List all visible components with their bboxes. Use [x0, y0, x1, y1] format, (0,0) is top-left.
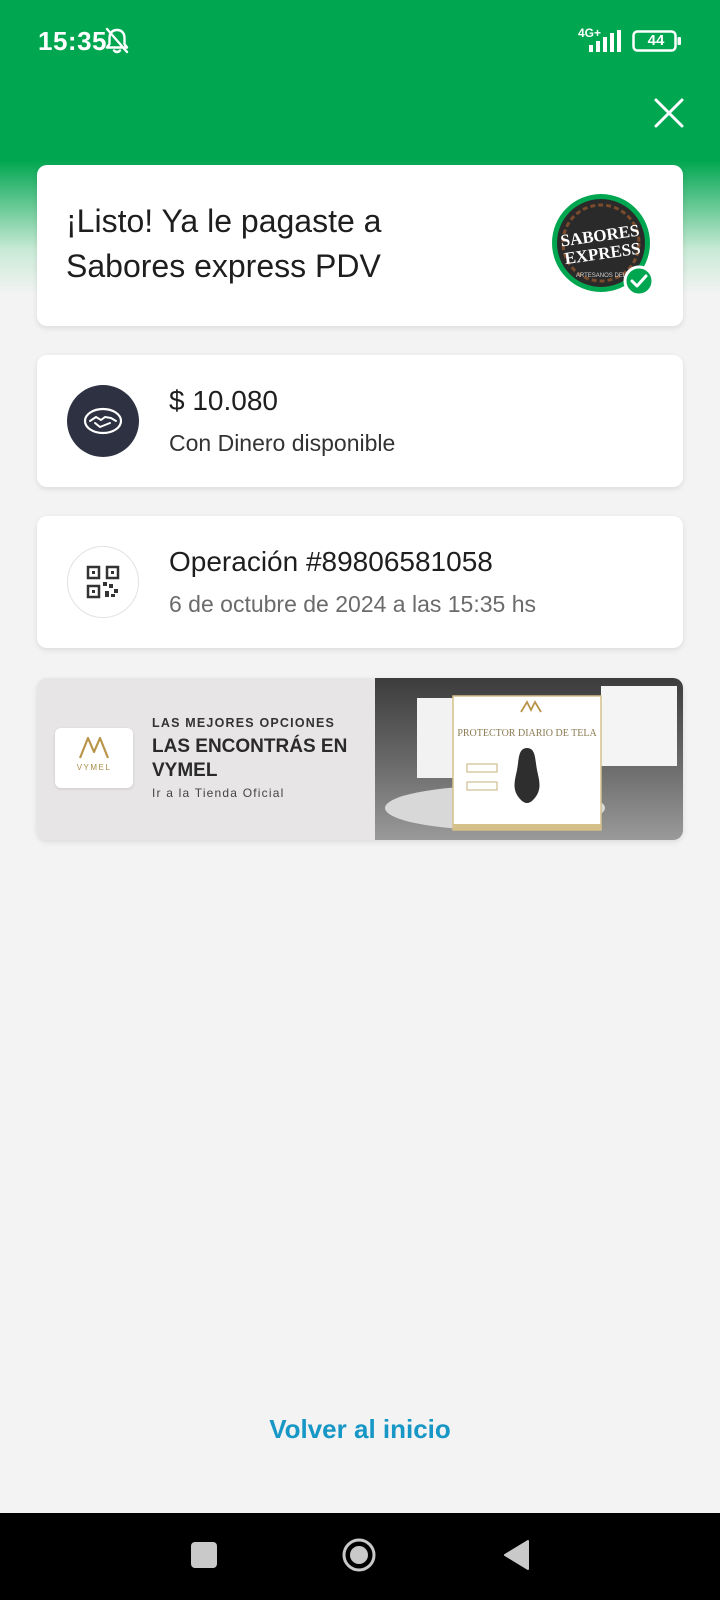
- payment-amount: $ 10.080: [169, 385, 278, 416]
- payment-method: Con Dinero disponible: [169, 430, 396, 456]
- operation-number: Operación #89806581058: [169, 546, 493, 577]
- payment-method-avatar: [67, 385, 139, 457]
- operation-avatar: [67, 546, 139, 618]
- handshake-icon: [83, 407, 123, 435]
- status-time: 15:35: [38, 26, 107, 56]
- navigation-bar: [0, 1513, 720, 1600]
- operation-datetime: 6 de octubre de 2024 a las 15:35 hs: [169, 591, 537, 617]
- verified-check-icon: [623, 265, 655, 297]
- battery-level: 44: [647, 32, 665, 49]
- brand-monogram-icon: [78, 736, 110, 759]
- home-icon[interactable]: [341, 1537, 377, 1573]
- status-bar: 15:35 4G+ 44: [0, 0, 720, 80]
- close-button[interactable]: [650, 94, 688, 132]
- recents-icon[interactable]: [191, 1542, 217, 1568]
- merchant-logo: SABORES EXPRESS ARTESANOS DEL: [552, 194, 655, 297]
- banner-kicker: LAS MEJORES OPCIONES: [152, 716, 336, 730]
- product-image: PROTECTOR DIARIO DE TELA: [375, 678, 683, 840]
- payment-success-card: ¡Listo! Ya le pagaste a Sabores express …: [37, 165, 683, 326]
- bell-off-icon: [105, 27, 129, 54]
- banner-title: LAS ENCONTRÁS EN VYMEL: [152, 736, 348, 781]
- merchant-logo-tagline: ARTESANOS DEL: [576, 273, 627, 279]
- qr-code-icon: [86, 565, 120, 599]
- close-icon: [654, 98, 684, 128]
- operation-card: Operación #89806581058 6 de octubre de 2…: [37, 516, 683, 648]
- payment-amount-card: $ 10.080 Con Dinero disponible: [37, 355, 683, 487]
- product-label: PROTECTOR DIARIO DE TELA: [457, 728, 597, 739]
- banner-cta-link[interactable]: Ir a la Tienda Oficial: [152, 786, 284, 800]
- signal-icon: [589, 30, 621, 52]
- back-to-home-link[interactable]: Volver al inicio: [0, 1414, 720, 1445]
- store-promo-banner[interactable]: VYMEL LAS MEJORES OPCIONES LAS ENCONTRÁS…: [37, 678, 683, 840]
- back-icon[interactable]: [502, 1539, 530, 1571]
- brand-name: VYMEL: [76, 763, 112, 772]
- success-title: ¡Listo! Ya le pagaste a Sabores express …: [66, 203, 382, 284]
- brand-logo: VYMEL: [55, 728, 133, 788]
